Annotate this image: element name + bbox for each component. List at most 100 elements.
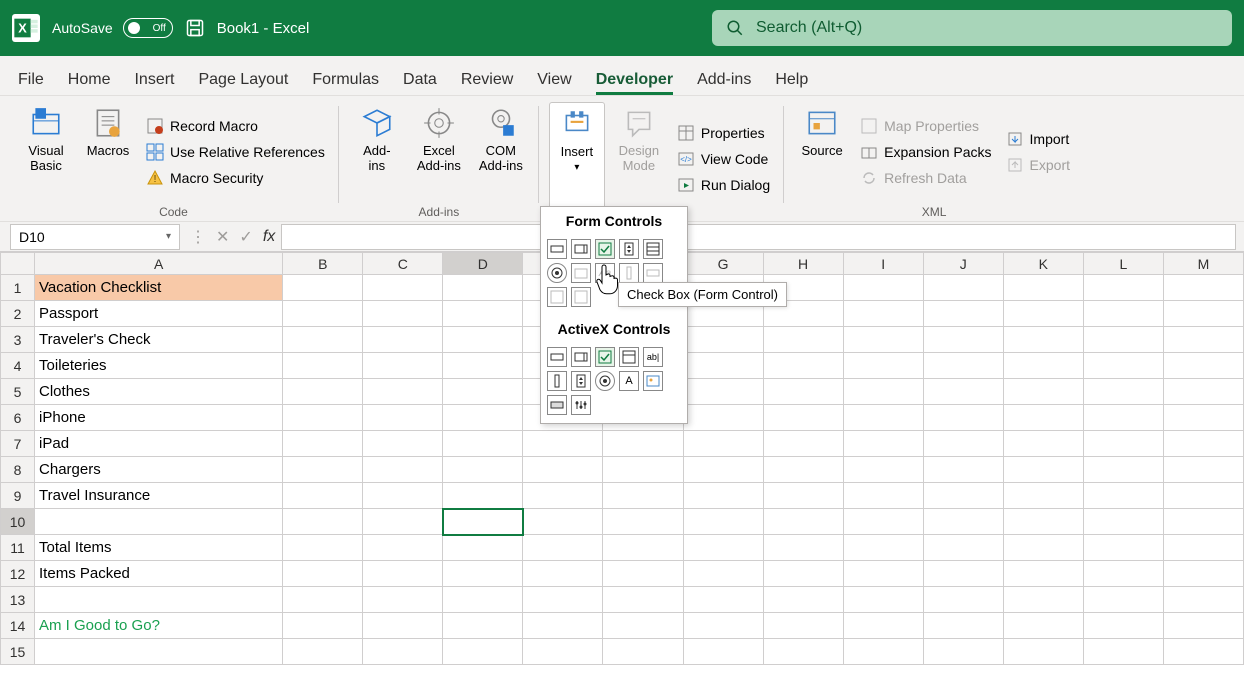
combo-form-control[interactable] bbox=[547, 287, 567, 307]
cell-A13[interactable] bbox=[35, 587, 283, 613]
cell-A7[interactable]: iPad bbox=[35, 431, 283, 457]
cell-D6[interactable] bbox=[443, 405, 523, 431]
cell-J7[interactable] bbox=[923, 431, 1003, 457]
morecontrols-activex[interactable] bbox=[571, 395, 591, 415]
spinner-form-control[interactable] bbox=[619, 239, 639, 259]
cell-B7[interactable] bbox=[283, 431, 363, 457]
cell-B3[interactable] bbox=[283, 327, 363, 353]
cell-I13[interactable] bbox=[843, 587, 923, 613]
cell-L2[interactable] bbox=[1083, 301, 1163, 327]
cell-K4[interactable] bbox=[1003, 353, 1083, 379]
cell-E13[interactable] bbox=[523, 587, 603, 613]
optionbutton-form-control[interactable] bbox=[547, 263, 567, 283]
cancel-icon[interactable]: ✕ bbox=[216, 227, 229, 247]
cell-I9[interactable] bbox=[843, 483, 923, 509]
col-header-M[interactable]: M bbox=[1163, 253, 1243, 275]
cell-G14[interactable] bbox=[683, 613, 763, 639]
cell-I2[interactable] bbox=[843, 301, 923, 327]
cell-B6[interactable] bbox=[283, 405, 363, 431]
cell-B10[interactable] bbox=[283, 509, 363, 535]
cell-M4[interactable] bbox=[1163, 353, 1243, 379]
cell-K3[interactable] bbox=[1003, 327, 1083, 353]
listbox-activex[interactable] bbox=[619, 347, 639, 367]
cell-F12[interactable] bbox=[603, 561, 683, 587]
cell-C4[interactable] bbox=[363, 353, 443, 379]
menu-data[interactable]: Data bbox=[403, 71, 437, 95]
cell-D11[interactable] bbox=[443, 535, 523, 561]
cell-D12[interactable] bbox=[443, 561, 523, 587]
menu-help[interactable]: Help bbox=[775, 71, 808, 95]
row-header-2[interactable]: 2 bbox=[1, 301, 35, 327]
cell-D5[interactable] bbox=[443, 379, 523, 405]
cell-M15[interactable] bbox=[1163, 639, 1243, 665]
cell-C2[interactable] bbox=[363, 301, 443, 327]
formula-bar[interactable] bbox=[281, 224, 1236, 250]
cell-C14[interactable] bbox=[363, 613, 443, 639]
cell-J13[interactable] bbox=[923, 587, 1003, 613]
cell-D7[interactable] bbox=[443, 431, 523, 457]
menu-review[interactable]: Review bbox=[461, 71, 513, 95]
listbox-form-control[interactable] bbox=[643, 239, 663, 259]
cell-I11[interactable] bbox=[843, 535, 923, 561]
cell-L13[interactable] bbox=[1083, 587, 1163, 613]
cell-F10[interactable] bbox=[603, 509, 683, 535]
menu-home[interactable]: Home bbox=[68, 71, 111, 95]
row-header-10[interactable]: 10 bbox=[1, 509, 35, 535]
scrollbar-activex[interactable] bbox=[547, 371, 567, 391]
cell-H7[interactable] bbox=[763, 431, 843, 457]
cell-I10[interactable] bbox=[843, 509, 923, 535]
cell-C11[interactable] bbox=[363, 535, 443, 561]
row-header-7[interactable]: 7 bbox=[1, 431, 35, 457]
cell-K13[interactable] bbox=[1003, 587, 1083, 613]
cell-B13[interactable] bbox=[283, 587, 363, 613]
cell-M5[interactable] bbox=[1163, 379, 1243, 405]
select-all-cell[interactable] bbox=[1, 253, 35, 275]
cell-E8[interactable] bbox=[523, 457, 603, 483]
excel-addins-button[interactable]: Excel Add-ins bbox=[411, 102, 467, 201]
cell-B2[interactable] bbox=[283, 301, 363, 327]
cell-A10[interactable] bbox=[35, 509, 283, 535]
view-code-button[interactable]: </>View Code bbox=[673, 148, 774, 170]
col-header-I[interactable]: I bbox=[843, 253, 923, 275]
cell-D10[interactable] bbox=[443, 509, 523, 535]
cell-M14[interactable] bbox=[1163, 613, 1243, 639]
run-dialog-button[interactable]: Run Dialog bbox=[673, 174, 774, 196]
cell-D3[interactable] bbox=[443, 327, 523, 353]
cell-H6[interactable] bbox=[763, 405, 843, 431]
cell-L3[interactable] bbox=[1083, 327, 1163, 353]
cell-I4[interactable] bbox=[843, 353, 923, 379]
cell-G4[interactable] bbox=[683, 353, 763, 379]
cell-K11[interactable] bbox=[1003, 535, 1083, 561]
cell-C10[interactable] bbox=[363, 509, 443, 535]
cell-H8[interactable] bbox=[763, 457, 843, 483]
cell-I5[interactable] bbox=[843, 379, 923, 405]
cell-K15[interactable] bbox=[1003, 639, 1083, 665]
groupbox-form-control[interactable] bbox=[571, 263, 591, 283]
cell-M10[interactable] bbox=[1163, 509, 1243, 535]
cell-K14[interactable] bbox=[1003, 613, 1083, 639]
cell-K7[interactable] bbox=[1003, 431, 1083, 457]
map-properties-button[interactable]: Map Properties bbox=[856, 115, 995, 137]
cell-A6[interactable]: iPhone bbox=[35, 405, 283, 431]
cell-J10[interactable] bbox=[923, 509, 1003, 535]
cell-B5[interactable] bbox=[283, 379, 363, 405]
col-header-K[interactable]: K bbox=[1003, 253, 1083, 275]
cell-L4[interactable] bbox=[1083, 353, 1163, 379]
col-header-L[interactable]: L bbox=[1083, 253, 1163, 275]
textbox-activex[interactable]: ab| bbox=[643, 347, 663, 367]
cell-L12[interactable] bbox=[1083, 561, 1163, 587]
cell-K1[interactable] bbox=[1003, 275, 1083, 301]
cell-J4[interactable] bbox=[923, 353, 1003, 379]
cell-D4[interactable] bbox=[443, 353, 523, 379]
row-header-11[interactable]: 11 bbox=[1, 535, 35, 561]
togglebutton-activex[interactable] bbox=[547, 395, 567, 415]
cell-A4[interactable]: Toileteries bbox=[35, 353, 283, 379]
menu-insert[interactable]: Insert bbox=[134, 71, 174, 95]
cell-A15[interactable] bbox=[35, 639, 283, 665]
cell-G15[interactable] bbox=[683, 639, 763, 665]
menu-formulas[interactable]: Formulas bbox=[312, 71, 379, 95]
cell-E11[interactable] bbox=[523, 535, 603, 561]
row-header-15[interactable]: 15 bbox=[1, 639, 35, 665]
cell-F7[interactable] bbox=[603, 431, 683, 457]
cell-A14[interactable]: Am I Good to Go? bbox=[35, 613, 283, 639]
